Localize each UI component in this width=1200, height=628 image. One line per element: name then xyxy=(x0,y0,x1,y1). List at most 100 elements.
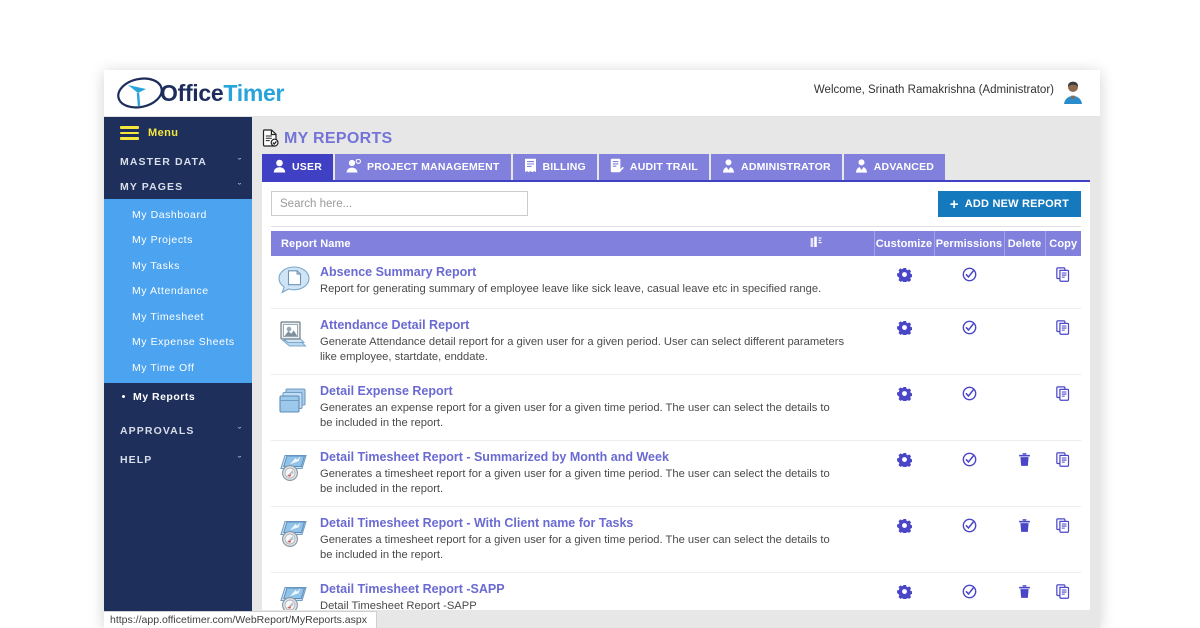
add-new-report-label: ADD NEW REPORT xyxy=(964,198,1069,210)
copy-icon[interactable] xyxy=(1056,452,1070,471)
copy-icon[interactable] xyxy=(1056,584,1070,603)
check-circle-icon[interactable] xyxy=(962,452,977,471)
customize-cell xyxy=(874,309,934,375)
sidebar-item-my-projects[interactable]: My Projects xyxy=(104,228,252,254)
reports-table: Report Name Customize Permissions Delete… xyxy=(271,231,1081,610)
tab-project-management[interactable]: PROJECT MANAGEMENT xyxy=(334,154,511,180)
sidebar-item-master-data[interactable]: MASTER DATA ˇ xyxy=(104,149,252,174)
copy-cell xyxy=(1045,573,1081,611)
copy-icon[interactable] xyxy=(1056,518,1070,537)
sidebar-item-my-dashboard[interactable]: My Dashboard xyxy=(104,202,252,228)
column-header-delete[interactable]: Delete xyxy=(1003,231,1045,256)
report-description: Generate Attendance detail report for a … xyxy=(320,336,845,363)
sidebar-item-label: My Expense Sheets xyxy=(132,336,235,349)
sidebar-item-label: My Tasks xyxy=(132,259,180,272)
tab-label: USER xyxy=(292,161,322,173)
permissions-cell xyxy=(934,441,1004,507)
tab-label: ADMINISTRATOR xyxy=(741,161,831,173)
gear-icon[interactable] xyxy=(896,386,912,405)
search-input[interactable] xyxy=(271,191,528,216)
customize-cell xyxy=(874,375,934,441)
sidebar-item-label: My Dashboard xyxy=(132,208,207,221)
sidebar-item-label: MASTER DATA xyxy=(120,155,207,168)
report-description: Generates a timesheet report for a given… xyxy=(320,468,830,495)
tab-user[interactable]: USER xyxy=(262,154,333,180)
project-person-icon xyxy=(346,158,361,176)
timesheet-compass-icon xyxy=(277,582,311,610)
sidebar-item-my-time-off[interactable]: My Time Off xyxy=(104,355,252,381)
table-row[interactable]: Detail Timesheet Report - With Client na… xyxy=(271,507,1081,573)
user-avatar-icon[interactable] xyxy=(1060,79,1086,105)
permissions-cell xyxy=(934,507,1004,573)
check-circle-icon[interactable] xyxy=(962,267,977,286)
sidebar-item-my-attendance[interactable]: My Attendance xyxy=(104,279,252,305)
copy-icon[interactable] xyxy=(1056,267,1070,286)
column-header-copy[interactable]: Copy xyxy=(1044,231,1081,256)
table-body: Absence Summary Report Report for generat… xyxy=(271,256,1081,610)
gear-icon[interactable] xyxy=(896,320,912,339)
report-name-cell: Attendance Detail Report Generate Attenda… xyxy=(271,309,874,375)
report-title-link[interactable]: Detail Timesheet Report - With Client na… xyxy=(320,515,845,531)
table-row[interactable]: Detail Timesheet Report - Summarized by … xyxy=(271,441,1081,507)
report-description: Generates an expense report for a given … xyxy=(320,402,830,429)
sidebar-item-my-pages[interactable]: MY PAGES ˇ xyxy=(104,174,252,199)
gear-icon[interactable] xyxy=(896,267,912,286)
check-circle-icon[interactable] xyxy=(962,518,977,537)
menu-toggle-button[interactable]: Menu xyxy=(104,117,252,149)
tab-administrator[interactable]: ADMINISTRATOR xyxy=(711,154,842,180)
tab-advanced[interactable]: ADVANCED xyxy=(843,154,946,180)
bullet-icon xyxy=(122,395,125,398)
add-new-report-button[interactable]: + ADD NEW REPORT xyxy=(937,191,1081,217)
table-row[interactable]: Detail Expense Report Generates an expens… xyxy=(271,375,1081,441)
report-description: Detail Timesheet Report -SAPP xyxy=(320,600,477,610)
sort-icon[interactable] xyxy=(810,236,822,252)
report-title-link[interactable]: Attendance Detail Report xyxy=(320,317,845,333)
delete-cell xyxy=(1004,256,1045,309)
table-row[interactable]: Absence Summary Report Report for generat… xyxy=(271,256,1081,309)
tab-audit-trail[interactable]: AUDIT TRAIL xyxy=(598,154,710,180)
chevron-down-icon: ˇ xyxy=(237,426,242,436)
trash-icon[interactable] xyxy=(1018,519,1031,537)
check-circle-icon[interactable] xyxy=(962,386,977,405)
gear-icon[interactable] xyxy=(896,584,912,603)
sidebar-item-label: HELP xyxy=(120,454,153,466)
report-title-link[interactable]: Detail Timesheet Report -SAPP xyxy=(320,581,505,597)
column-header-customize[interactable]: Customize xyxy=(873,231,934,256)
trash-icon[interactable] xyxy=(1018,453,1031,471)
report-name-cell: Detail Expense Report Generates an expens… xyxy=(271,375,874,441)
sidebar-item-approvals[interactable]: APPROVALS ˇ xyxy=(104,419,252,444)
customize-cell xyxy=(874,507,934,573)
tab-billing[interactable]: BILLING xyxy=(512,154,597,180)
absence-balloon-icon xyxy=(277,265,311,299)
column-header-permissions[interactable]: Permissions xyxy=(933,231,1004,256)
check-circle-icon[interactable] xyxy=(962,320,977,339)
sidebar-item-my-reports[interactable]: My Reports xyxy=(104,383,252,411)
table-row[interactable]: Detail Timesheet Report -SAPP Detail Time… xyxy=(271,573,1081,611)
sidebar-item-my-timesheet[interactable]: My Timesheet xyxy=(104,304,252,330)
gear-icon[interactable] xyxy=(896,452,912,471)
table-row[interactable]: Attendance Detail Report Generate Attenda… xyxy=(271,309,1081,375)
column-header-label: Report Name xyxy=(281,237,351,250)
sidebar-item-help[interactable]: HELP ˇ xyxy=(104,448,252,473)
copy-icon[interactable] xyxy=(1056,386,1070,405)
copy-icon[interactable] xyxy=(1056,320,1070,339)
customize-cell xyxy=(874,573,934,611)
browser-window: OfficeTimer Welcome, Srinath Ramakrishna… xyxy=(104,70,1100,628)
delete-cell xyxy=(1004,507,1045,573)
report-title-link[interactable]: Detail Timesheet Report - Summarized by … xyxy=(320,449,845,465)
report-title-link[interactable]: Absence Summary Report xyxy=(320,264,821,280)
report-title-link[interactable]: Detail Expense Report xyxy=(320,383,845,399)
sidebar-item-label: My Reports xyxy=(133,390,196,403)
check-circle-icon[interactable] xyxy=(962,584,977,603)
column-header-report-name[interactable]: Report Name xyxy=(271,231,874,256)
admin-person-icon xyxy=(722,158,735,176)
delete-cell xyxy=(1004,441,1045,507)
sidebar-item-label: My Projects xyxy=(132,234,193,247)
sidebar-item-my-tasks[interactable]: My Tasks xyxy=(104,253,252,279)
toolbar: + ADD NEW REPORT xyxy=(271,191,1081,217)
gear-icon[interactable] xyxy=(896,518,912,537)
trash-icon[interactable] xyxy=(1018,585,1031,603)
officetimer-logo[interactable]: OfficeTimer xyxy=(116,76,284,110)
sidebar-item-label: My Attendance xyxy=(132,285,209,298)
sidebar-item-my-expense-sheets[interactable]: My Expense Sheets xyxy=(104,330,252,356)
